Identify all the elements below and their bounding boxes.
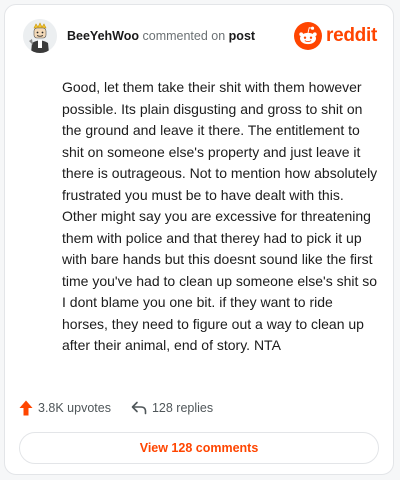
reply-arrow-icon (131, 401, 147, 415)
view-comments-button[interactable]: View 128 comments (19, 432, 379, 464)
reddit-logo[interactable]: reddit (294, 21, 377, 51)
avatar[interactable] (23, 19, 57, 53)
comment-stats: 3.8K upvotes 128 replies (19, 398, 213, 418)
upvote-arrow-icon (19, 400, 33, 416)
post-link[interactable]: post (229, 29, 255, 43)
upvote-count: 3.8K upvotes (38, 401, 111, 415)
comment-text: Good, let them take their shit with them… (62, 79, 378, 353)
avatar-image (23, 19, 57, 53)
username-link[interactable]: BeeYehWoo (67, 29, 139, 43)
brand-wordmark: reddit (326, 25, 377, 46)
upvote-stat[interactable]: 3.8K upvotes (19, 400, 111, 416)
comment-card: BeeYehWoo commented on post reddit Good,… (4, 4, 394, 475)
byline-action-text: commented on (142, 29, 226, 43)
byline: BeeYehWoo commented on post (67, 29, 255, 43)
reddit-snoo-icon (294, 22, 323, 50)
replies-stat[interactable]: 128 replies (131, 401, 213, 415)
reply-count: 128 replies (151, 401, 214, 415)
comment-header: BeeYehWoo commented on post reddit (19, 17, 379, 57)
